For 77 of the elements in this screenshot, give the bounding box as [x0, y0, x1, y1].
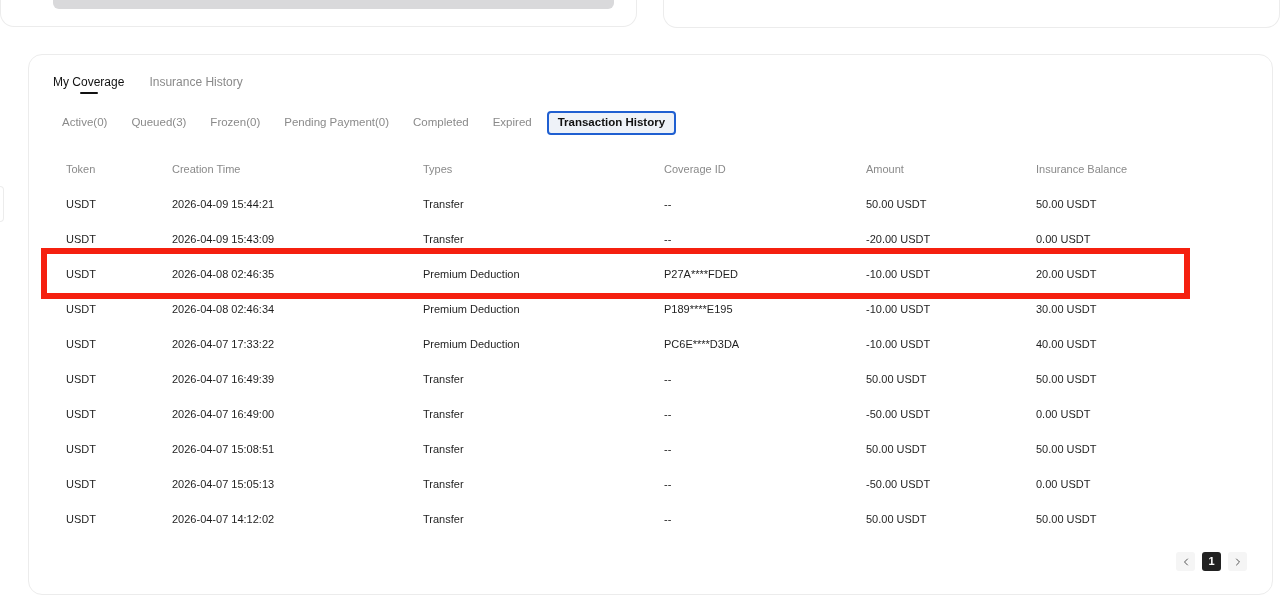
- filter-tab[interactable]: Expired: [483, 111, 541, 135]
- table-cell: 2026-04-07 15:05:13: [172, 477, 275, 490]
- table-cell: 0.00 USDT: [1036, 407, 1091, 420]
- next-page-button[interactable]: [1228, 552, 1247, 571]
- table-cell: --: [664, 372, 672, 385]
- column-header: Insurance Balance: [1036, 162, 1128, 175]
- table-cell: Transfer: [423, 442, 464, 455]
- filter-tab[interactable]: Frozen(0): [201, 111, 270, 135]
- table-cell: --: [664, 407, 672, 420]
- table-cell: USDT: [66, 512, 96, 525]
- table-cell: --: [664, 232, 672, 245]
- table-cell: 2026-04-07 17:33:22: [172, 337, 275, 350]
- table-cell: 2026-04-08 02:46:34: [172, 302, 275, 315]
- table-cell: USDT: [66, 442, 96, 455]
- table-cell: 2026-04-09 15:43:09: [172, 232, 275, 245]
- table-cell: USDT: [66, 232, 96, 245]
- table-cell: 30.00 USDT: [1036, 302, 1097, 315]
- filter-tab[interactable]: Pending Payment(0): [275, 111, 399, 135]
- table-cell: USDT: [66, 372, 96, 385]
- table-cell: P189****E195: [664, 302, 733, 315]
- previous-page-button[interactable]: [1176, 552, 1195, 571]
- table-cell: -50.00 USDT: [866, 477, 931, 490]
- table-cell: USDT: [66, 197, 96, 210]
- table-cell: 2026-04-08 02:46:35: [172, 267, 275, 280]
- filter-tab[interactable]: Completed: [404, 111, 478, 135]
- table-cell: Premium Deduction: [423, 267, 520, 280]
- table-cell: Transfer: [423, 512, 464, 525]
- table-cell: 50.00 USDT: [1036, 372, 1097, 385]
- table-cell: Premium Deduction: [423, 337, 520, 350]
- table-cell: -20.00 USDT: [866, 232, 931, 245]
- table-cell: USDT: [66, 477, 96, 490]
- table-cell: 2026-04-09 15:44:21: [172, 197, 275, 210]
- table-cell: 50.00 USDT: [866, 372, 927, 385]
- column-header: Creation Time: [172, 162, 241, 175]
- table-cell: -50.00 USDT: [866, 407, 931, 420]
- table-cell: Transfer: [423, 232, 464, 245]
- table-cell: -10.00 USDT: [866, 337, 931, 350]
- table-cell: Transfer: [423, 477, 464, 490]
- filter-tab[interactable]: Queued(3): [122, 111, 196, 135]
- table-cell: --: [664, 477, 672, 490]
- column-header: Token: [66, 162, 96, 175]
- table-cell: --: [664, 197, 672, 210]
- table-cell: 50.00 USDT: [1036, 197, 1097, 210]
- table-cell: 50.00 USDT: [1036, 512, 1097, 525]
- table-cell: PC6E****D3DA: [664, 337, 740, 350]
- table-cell: 50.00 USDT: [866, 197, 927, 210]
- page-button[interactable]: 1: [1202, 552, 1221, 571]
- table-cell: 20.00 USDT: [1036, 267, 1097, 280]
- table-cell: USDT: [66, 337, 96, 350]
- table-cell: USDT: [66, 407, 96, 420]
- table-cell: --: [664, 442, 672, 455]
- column-header: Amount: [866, 162, 904, 175]
- filter-tab[interactable]: Transaction History: [546, 111, 677, 135]
- table-cell: USDT: [66, 302, 96, 315]
- column-header: Types: [423, 162, 453, 175]
- table-cell: 2026-04-07 16:49:39: [172, 372, 275, 385]
- tab[interactable]: Insurance History: [149, 73, 243, 90]
- table-cell: 0.00 USDT: [1036, 477, 1091, 490]
- table-cell: Transfer: [423, 407, 464, 420]
- table-cell: 2026-04-07 14:12:02: [172, 512, 275, 525]
- table-cell: Transfer: [423, 372, 464, 385]
- table-cell: 50.00 USDT: [866, 512, 927, 525]
- filter-tab[interactable]: Active(0): [53, 111, 117, 135]
- column-header: Coverage ID: [664, 162, 726, 175]
- table-cell: 50.00 USDT: [866, 442, 927, 455]
- table-cell: 50.00 USDT: [1036, 442, 1097, 455]
- table-cell: Transfer: [423, 197, 464, 210]
- table-cell: -10.00 USDT: [866, 302, 931, 315]
- table-cell: USDT: [66, 267, 96, 280]
- table-cell: 2026-04-07 16:49:00: [172, 407, 275, 420]
- table-cell: 40.00 USDT: [1036, 337, 1097, 350]
- table-cell: -10.00 USDT: [866, 267, 931, 280]
- table-cell: P27A****FDED: [664, 267, 738, 280]
- table-cell: --: [664, 512, 672, 525]
- table-cell: Premium Deduction: [423, 302, 520, 315]
- table-cell: 2026-04-07 15:08:51: [172, 442, 275, 455]
- table-cell: 0.00 USDT: [1036, 232, 1091, 245]
